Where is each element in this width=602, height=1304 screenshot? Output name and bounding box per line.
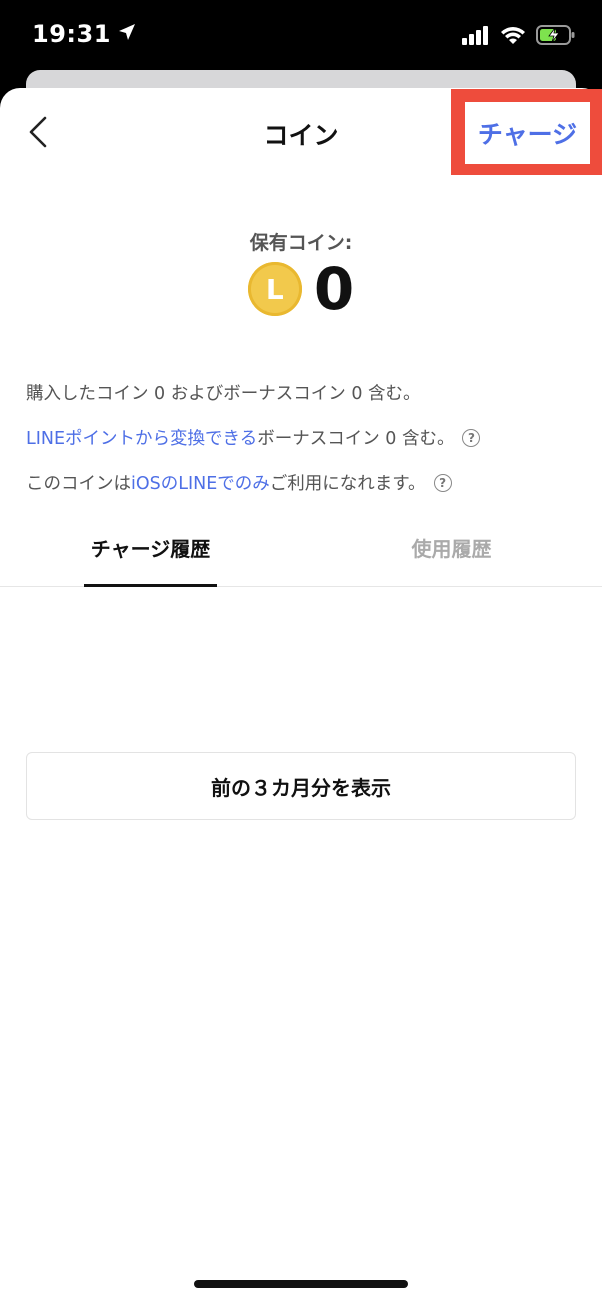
info-line-purchased: 購入したコイン 0 およびボーナスコイン 0 含む。: [26, 370, 582, 415]
status-bar: 19:31: [0, 0, 602, 70]
history-tabs: チャージ履歴 使用履歴: [0, 508, 602, 587]
show-previous-3-months-button[interactable]: 前の３カ月分を表示: [26, 752, 576, 820]
ios-line-only-link[interactable]: iOSのLINEでのみ: [131, 470, 270, 495]
nav-bar: コイン チャージ: [0, 88, 602, 178]
charge-button-area: チャージ: [465, 102, 590, 164]
coin-sheet: コイン チャージ 保有コイン: L 0 購入したコイン 0 およびボーナスコイン…: [0, 88, 602, 1304]
info-purchased-text: 購入したコイン 0 およびボーナスコイン 0 含む。: [26, 384, 421, 404]
signal-icon: [462, 25, 490, 49]
charge-button[interactable]: チャージ: [478, 115, 577, 151]
home-indicator: [194, 1280, 408, 1288]
help-icon[interactable]: ?: [433, 473, 452, 492]
info-bonus-text: ボーナスコイン 0 含む。: [257, 429, 455, 449]
coin-balance: 保有コイン: L 0: [0, 228, 602, 319]
wifi-icon: [500, 25, 526, 49]
help-icon[interactable]: ?: [462, 428, 481, 447]
line-points-link[interactable]: LINEポイントから変換できる: [26, 425, 257, 450]
coin-letter: L: [265, 272, 284, 306]
status-icons: [462, 24, 576, 50]
coin-info: 購入したコイン 0 およびボーナスコイン 0 含む。 LINEポイントから変換で…: [26, 370, 582, 505]
balance-row: L 0: [0, 259, 602, 319]
info-ios-post: ご利用になれます。: [269, 474, 426, 494]
tab-charge-history[interactable]: チャージ履歴: [84, 508, 217, 586]
tab-usage-history[interactable]: 使用履歴: [385, 508, 518, 586]
battery-charging-icon: [536, 24, 576, 50]
location-arrow-icon: [117, 20, 137, 48]
status-time-group: 19:31: [32, 20, 137, 48]
balance-value: 0: [313, 255, 355, 323]
info-line-ios-only: このコインは iOSのLINEでのみ ご利用になれます。 ?: [26, 460, 582, 505]
info-ios-pre: このコインは: [26, 474, 131, 494]
status-time: 19:31: [32, 20, 111, 48]
info-line-line-points: LINEポイントから変換できる ボーナスコイン 0 含む。 ?: [26, 415, 582, 460]
line-coin-icon: L: [247, 262, 302, 316]
screen: 19:31 コイン チャージ 保有コイン: L 0 購入したコイン 0 およびボ…: [0, 0, 602, 1304]
active-tab-indicator: [84, 584, 217, 587]
charge-highlight-box: チャージ: [451, 89, 602, 175]
balance-label: 保有コイン:: [249, 232, 353, 254]
